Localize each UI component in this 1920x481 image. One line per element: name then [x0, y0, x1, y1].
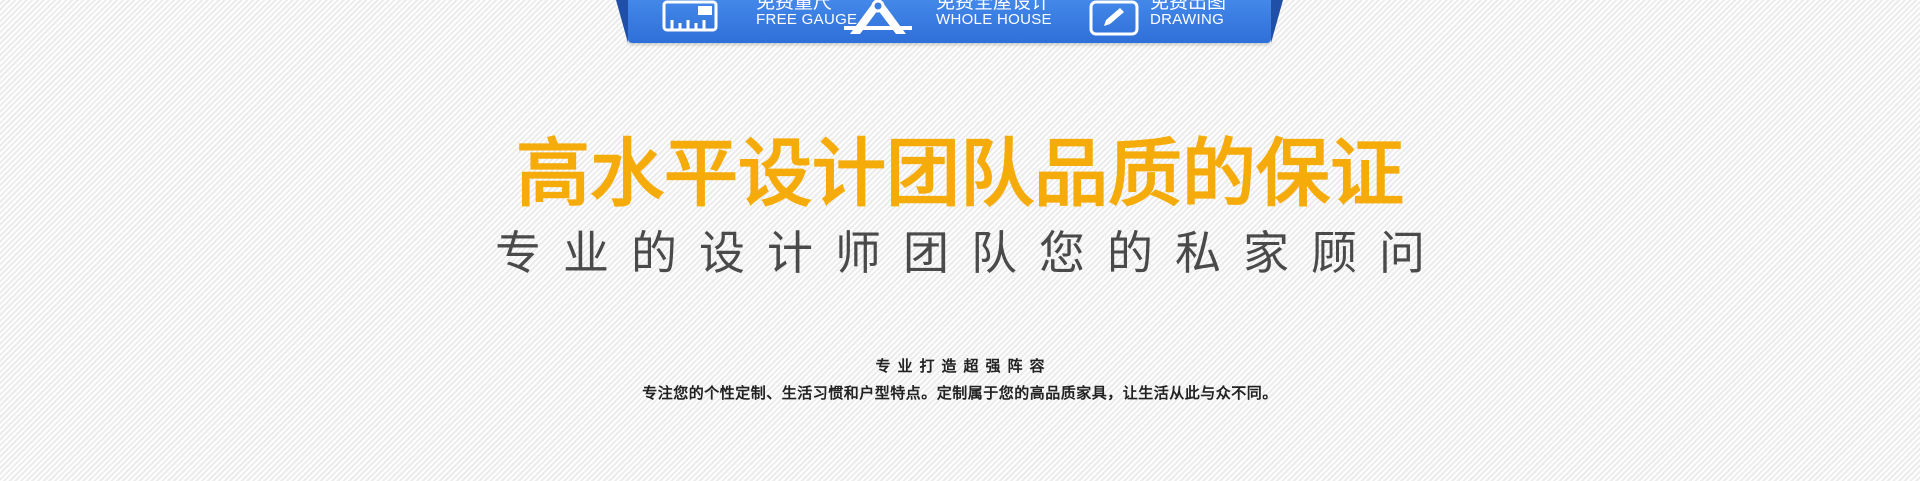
compass-ruler-icon	[842, 0, 914, 40]
service-free-drawing-subtitle: DRAWING	[1150, 11, 1225, 28]
service-whole-house-subtitle: WHOLE HOUSE	[936, 11, 1052, 28]
section-description: 专注您的个性定制、生活习惯和户型特点。定制属于您的高品质家具，让生活从此与众不同…	[642, 384, 1278, 402]
service-whole-house-design[interactable]: 免费全屋设计 WHOLE HOUSE	[842, 0, 1072, 43]
free-services-bar: 免费量尺 FREE GAUGE 免费全屋设计 WHOLE HOUSE 免费出图 …	[616, 0, 1283, 43]
main-title: 高水平设计团队品质的保证	[516, 131, 1404, 217]
ruler-icon	[662, 0, 718, 36]
pencil-icon	[1088, 0, 1140, 40]
service-free-drawing[interactable]: 免费出图 DRAWING	[1088, 0, 1268, 43]
service-free-gauge[interactable]: 免费量尺 FREE GAUGE	[658, 0, 857, 43]
section-heading: 专业打造超强阵容	[875, 357, 1052, 375]
subtitle: 专业的设计师团队您的私家顾问	[495, 226, 1447, 280]
